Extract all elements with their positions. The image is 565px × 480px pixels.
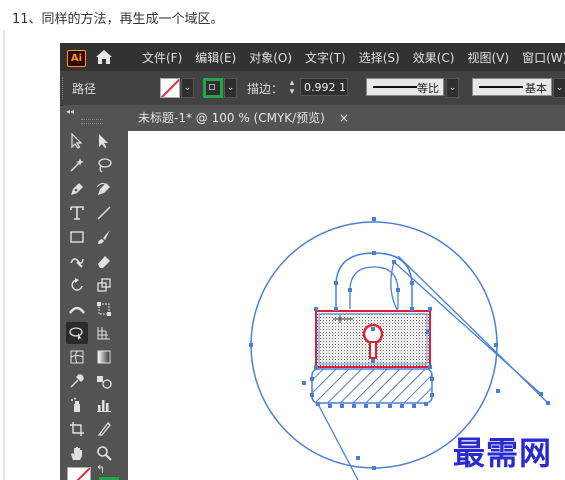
close-tab-icon[interactable]: × xyxy=(339,105,349,131)
illustrator-window: Ai 文件(F) 编辑(E) 对象(O) 文字(T) 选择(S) 效果(C) 视… xyxy=(60,43,565,480)
fill-swatch-icon[interactable] xyxy=(67,467,91,480)
magic-wand-tool-icon[interactable] xyxy=(66,154,88,176)
hand-tool-icon[interactable] xyxy=(66,442,88,464)
brush-dropdown[interactable]: ⌄ xyxy=(553,78,565,98)
free-transform-tool-icon[interactable] xyxy=(93,298,115,320)
menu-bar: Ai 文件(F) 编辑(E) 对象(O) 文字(T) 选择(S) 效果(C) 视… xyxy=(60,43,565,71)
document-tab[interactable]: 未标题-1* @ 100 % (CMYK/预览) × xyxy=(128,105,359,131)
eyedropper-tool-icon[interactable] xyxy=(66,370,88,392)
menu-effect[interactable]: 效果(C) xyxy=(413,49,455,66)
rectangle-tool-icon[interactable] xyxy=(66,226,88,248)
shape-builder-tool-icon[interactable] xyxy=(66,322,88,344)
stroke-weight-input[interactable]: 0.992 1 xyxy=(300,78,348,96)
collapse-panel-icon[interactable]: ◂◂ xyxy=(66,107,74,116)
menu-view[interactable]: 视图(V) xyxy=(467,49,509,66)
lock-body-lower-hatched[interactable] xyxy=(311,368,433,404)
stroke-weight-unit: 1 xyxy=(339,81,346,94)
menu-object[interactable]: 对象(O) xyxy=(249,49,292,66)
pen-tool-icon[interactable] xyxy=(66,178,88,200)
variable-width-dropdown[interactable]: ⌄ xyxy=(446,78,459,98)
lasso-tool-icon[interactable] xyxy=(93,154,115,176)
gradient-tool-icon[interactable] xyxy=(93,346,115,368)
brush-definition[interactable]: 基本 xyxy=(472,78,552,96)
artboard-tool-icon[interactable] xyxy=(66,418,88,440)
direct-selection-tool-icon[interactable] xyxy=(93,130,115,152)
rotate-tool-icon[interactable] xyxy=(66,274,88,296)
zoom-tool-icon[interactable] xyxy=(93,442,115,464)
lock-shackle-path[interactable] xyxy=(335,252,413,309)
fill-dropdown[interactable]: ⌄ xyxy=(181,78,194,98)
brush-label: 基本 xyxy=(525,82,547,95)
shaper-tool-icon[interactable] xyxy=(66,250,88,272)
content-border xyxy=(3,30,5,480)
variable-width-profile[interactable]: 等比 xyxy=(366,78,444,96)
blend-tool-icon[interactable] xyxy=(93,370,115,392)
control-bar-grip[interactable] xyxy=(62,77,65,99)
brush-line-icon xyxy=(479,86,523,88)
perspective-grid-tool-icon[interactable] xyxy=(93,322,115,344)
slice-tool-icon[interactable] xyxy=(93,418,115,440)
keyhole-slot[interactable] xyxy=(369,341,377,359)
column-graph-tool-icon[interactable] xyxy=(93,394,115,416)
watermark-logo: 最需网 xyxy=(453,434,553,472)
menu-select[interactable]: 选择(S) xyxy=(359,49,400,66)
stroke-color-swatch[interactable] xyxy=(203,78,223,98)
line-tool-icon[interactable] xyxy=(93,202,115,224)
paintbrush-tool-icon[interactable] xyxy=(93,226,115,248)
stroke-weight-stepper[interactable]: ▴ ▾ xyxy=(286,79,298,97)
fill-color-swatch[interactable] xyxy=(160,78,180,98)
width-tool-icon[interactable] xyxy=(66,298,88,320)
variable-width-label: 等比 xyxy=(417,82,439,95)
stroke-label[interactable]: 描边： xyxy=(247,80,283,97)
document-tab-title: 未标题-1* @ 100 % (CMYK/预览) xyxy=(138,111,325,125)
stroke-weight-value: 0.992 xyxy=(304,81,336,94)
menu-list: 文件(F) 编辑(E) 对象(O) 文字(T) 选择(S) 效果(C) 视图(V… xyxy=(142,43,565,71)
tutorial-caption: 11、同样的方法，再生成一个域区。 xyxy=(12,12,224,27)
menu-type[interactable]: 文字(T) xyxy=(305,49,346,66)
document-tab-bar: 未标题-1* @ 100 % (CMYK/预览) × xyxy=(123,105,565,131)
panel-drag-handle[interactable] xyxy=(81,119,103,124)
eraser-tool-icon[interactable] xyxy=(93,250,115,272)
profile-line-icon xyxy=(373,86,417,88)
scale-tool-icon[interactable] xyxy=(93,274,115,296)
curvature-tool-icon[interactable] xyxy=(93,178,115,200)
tools-panel: ◂◂ ↰ xyxy=(63,105,123,480)
swap-fill-stroke-icon[interactable]: ↰ xyxy=(96,463,105,476)
mesh-tool-icon[interactable] xyxy=(66,346,88,368)
symbol-sprayer-tool-icon[interactable] xyxy=(66,394,88,416)
menu-window[interactable]: 窗口(W) xyxy=(522,49,565,66)
menu-edit[interactable]: 编辑(E) xyxy=(195,49,236,66)
app-logo: Ai xyxy=(67,50,86,67)
selection-type-label: 路径 xyxy=(72,82,97,96)
menu-file[interactable]: 文件(F) xyxy=(142,49,182,66)
type-tool-icon[interactable] xyxy=(66,202,88,224)
stroke-dropdown[interactable]: ⌄ xyxy=(224,78,237,98)
selection-tool-icon[interactable] xyxy=(66,130,88,152)
home-icon[interactable] xyxy=(95,49,113,65)
control-bar: 路径 ⌄ ⌄ 描边： ▴ ▾ 0.992 1 等比 ⌄ 基本 ⌄ xyxy=(60,71,565,106)
